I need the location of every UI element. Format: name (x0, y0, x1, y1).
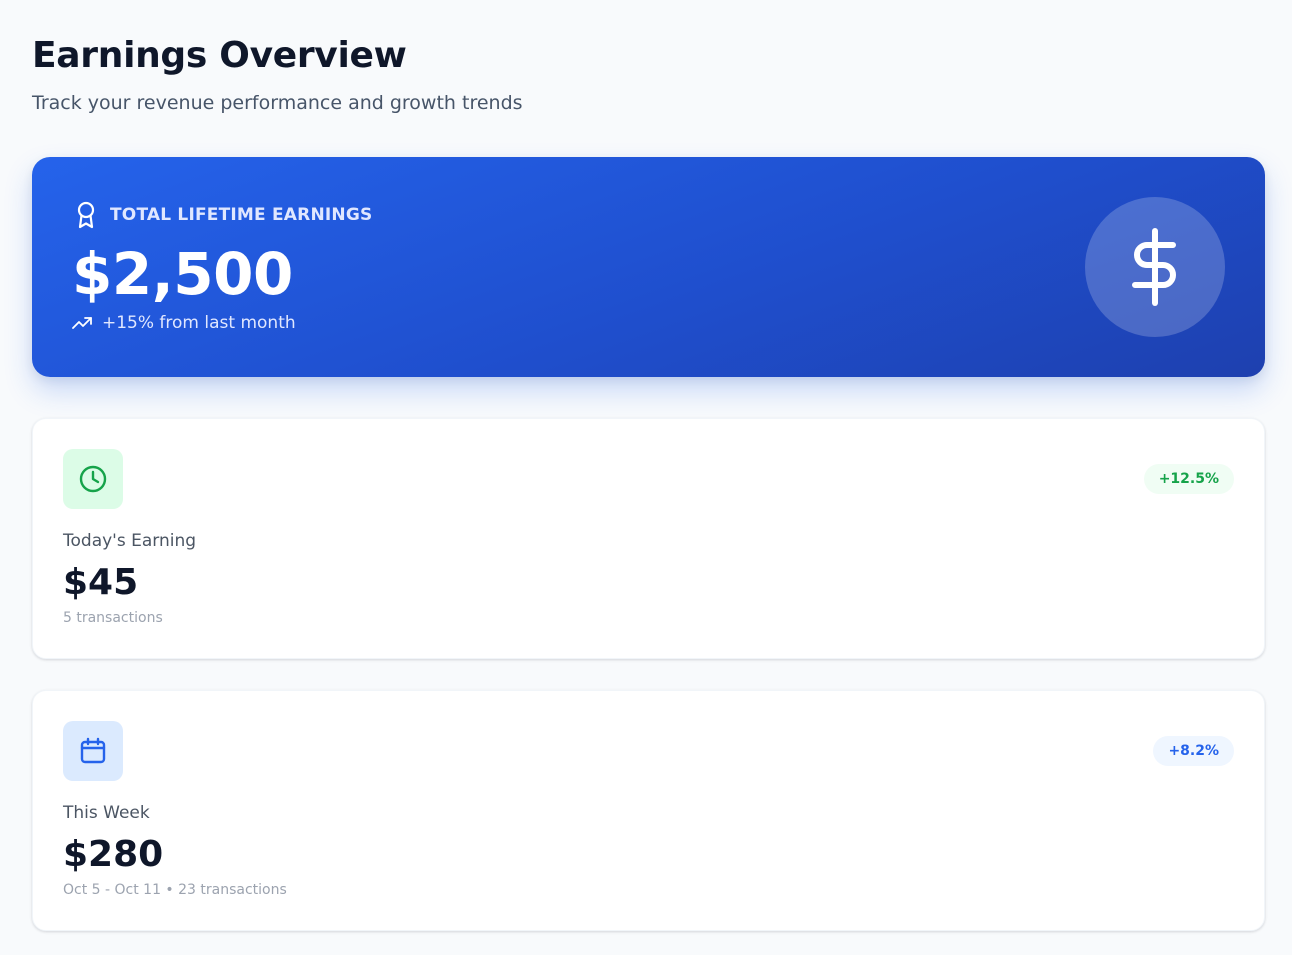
hero-label: TOTAL LIFETIME EARNINGS (110, 205, 373, 225)
hero-trend-text: +15% from last month (102, 313, 296, 333)
earnings-page: Earnings Overview Track your revenue per… (0, 0, 1292, 955)
todays-earning-value: $45 (63, 562, 139, 603)
todays-earning-icon-box (63, 449, 123, 509)
this-week-change-badge: +8.2% (1153, 736, 1234, 766)
lifetime-earnings-amount: $2,500 (72, 240, 293, 308)
calendar-icon (78, 736, 108, 766)
this-week-card: +8.2% This Week $280 Oct 5 - Oct 11 • 23… (32, 690, 1265, 931)
trending-up-icon (72, 316, 92, 330)
hero-label-row: TOTAL LIFETIME EARNINGS (74, 201, 372, 229)
dollar-sign-icon (1127, 227, 1183, 307)
todays-earning-card: +12.5% Today's Earning $45 5 transaction… (32, 418, 1265, 659)
page-title: Earnings Overview (32, 35, 407, 76)
this-week-icon-box (63, 721, 123, 781)
todays-earning-label: Today's Earning (63, 531, 197, 551)
dollar-badge (1085, 197, 1225, 337)
this-week-value: $280 (63, 834, 164, 875)
hero-trend-row: +15% from last month (72, 313, 296, 333)
todays-earning-change-badge: +12.5% (1143, 464, 1234, 494)
todays-earning-meta: 5 transactions (63, 610, 163, 626)
this-week-label: This Week (63, 803, 150, 823)
clock-icon (78, 464, 108, 494)
award-icon (74, 201, 98, 229)
lifetime-earnings-card: TOTAL LIFETIME EARNINGS $2,500 +15% from… (32, 157, 1265, 377)
page-subtitle: Track your revenue performance and growt… (32, 92, 523, 114)
this-week-meta: Oct 5 - Oct 11 • 23 transactions (63, 882, 287, 898)
